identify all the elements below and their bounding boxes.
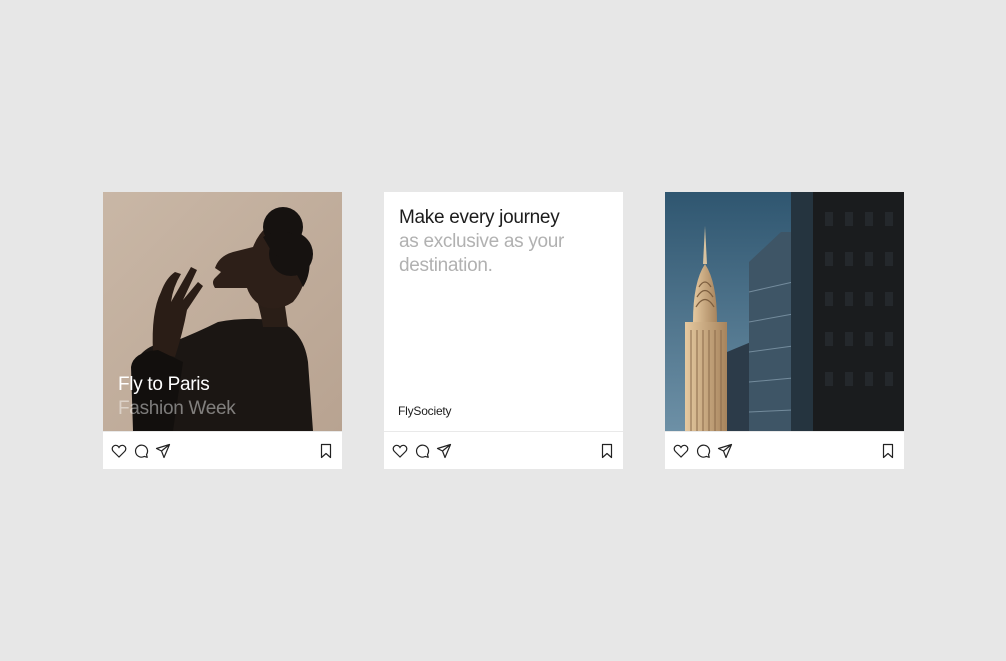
comment-icon[interactable] — [414, 443, 430, 459]
chrysler-building-image — [665, 192, 904, 431]
subheadline: as exclusive as your destination. — [399, 231, 565, 276]
post-card-text[interactable]: Make every journey as exclusive as your … — [384, 192, 623, 469]
post-image-woman[interactable]: Fly to Paris Fashion Week — [103, 192, 342, 431]
post-actions — [665, 431, 904, 469]
post-actions — [103, 431, 342, 469]
post-card-paris[interactable]: Fly to Paris Fashion Week — [103, 192, 342, 469]
bookmark-icon[interactable] — [599, 443, 615, 459]
send-icon[interactable] — [717, 443, 733, 459]
overlay-title: Fly to Paris — [118, 374, 210, 395]
post-card-city[interactable] — [665, 192, 904, 469]
brand-name: FlySociety — [398, 404, 452, 418]
bookmark-icon[interactable] — [880, 443, 896, 459]
headline: Make every journey — [399, 207, 560, 228]
heart-icon[interactable] — [392, 443, 408, 459]
comment-icon[interactable] — [133, 443, 149, 459]
post-image-building[interactable] — [665, 192, 904, 431]
post-actions — [384, 431, 623, 469]
bookmark-icon[interactable] — [318, 443, 334, 459]
send-icon[interactable] — [155, 443, 171, 459]
heart-icon[interactable] — [111, 443, 127, 459]
overlay-subtitle: Fashion Week — [118, 398, 236, 419]
heart-icon[interactable] — [673, 443, 689, 459]
comment-icon[interactable] — [695, 443, 711, 459]
post-text-content[interactable]: Make every journey as exclusive as your … — [384, 192, 623, 431]
send-icon[interactable] — [436, 443, 452, 459]
